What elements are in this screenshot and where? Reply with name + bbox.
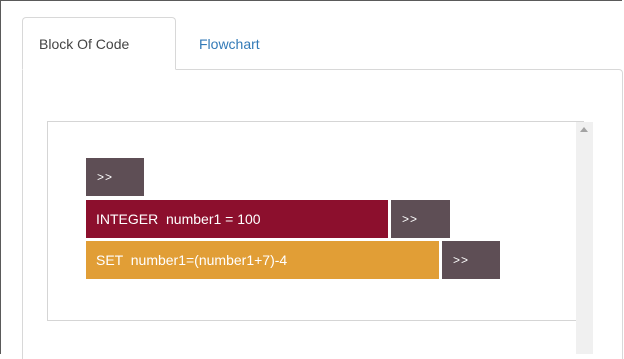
tab-flowchart[interactable]: Flowchart xyxy=(176,17,261,70)
tab-block-of-code[interactable]: Block Of Code xyxy=(22,17,176,70)
insert-block-button-top[interactable]: >> xyxy=(86,158,144,196)
tab-bar: Block Of Code Flowchart xyxy=(22,16,261,70)
scroll-up-arrow-icon[interactable] xyxy=(580,127,588,132)
insert-block-button-after-set[interactable]: >> xyxy=(442,241,500,279)
insert-block-button-after-integer[interactable]: >> xyxy=(391,200,450,238)
set-statement-block[interactable]: SET number1=(number1+7)-4 xyxy=(86,241,439,279)
vertical-scrollbar[interactable] xyxy=(576,122,593,354)
integer-statement-block[interactable]: INTEGER number1 = 100 xyxy=(86,200,388,238)
